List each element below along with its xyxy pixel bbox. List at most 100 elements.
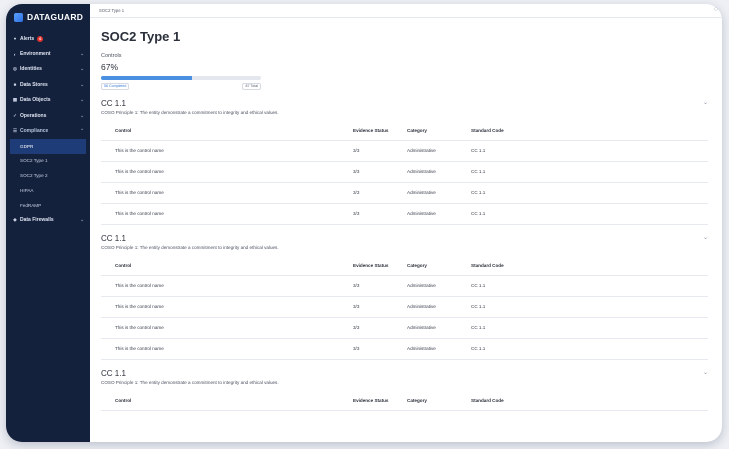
table-cell: Administrative <box>407 325 436 330</box>
table-header: Control Evidence Status Category Standard C… <box>101 121 708 141</box>
section-header[interactable]: CC 1.1 COSO Principle 1: The entity demon… <box>101 90 708 121</box>
progress-percent: 67% <box>101 62 119 72</box>
section-description: COSO Principle 1: The entity demonstrate… <box>101 244 279 250</box>
section-title: CC 1.1 <box>101 233 126 243</box>
table-row[interactable]: This is the control name 3/3 Administrativ… <box>101 318 708 339</box>
sidebar-subitem-hipaa[interactable]: HIPAA <box>6 183 90 198</box>
sidebar-item-label: Compliance <box>20 128 49 135</box>
sidebar-item-data-objects[interactable]: ▦ Data Objects ⌄ <box>6 93 90 108</box>
section-title: CC 1.1 <box>101 98 126 108</box>
progress-bar-fill <box>101 76 193 80</box>
chevron-down-icon: ⌄ <box>80 51 84 57</box>
chevron-down-icon[interactable]: ⌄ <box>703 234 708 241</box>
table-cell: 3/3 <box>353 169 360 174</box>
breadcrumb[interactable]: SOC2 Type 1 <box>99 8 124 13</box>
column-header[interactable]: Category <box>407 398 471 403</box>
column-header[interactable]: Evidence Status <box>353 128 407 133</box>
sidebar-item-data-stores[interactable]: ■ Data Stores ⌄ <box>6 77 90 92</box>
table-row[interactable]: This is the control name 3/3 Administrativ… <box>101 162 708 183</box>
table-cell: This is the control name <box>115 190 164 195</box>
identity-icon: ◎ <box>13 66 17 72</box>
column-header[interactable]: Standard Code <box>471 398 708 403</box>
table-cell: This is the control name <box>115 325 164 330</box>
column-header[interactable]: Standard Code <box>471 128 708 133</box>
check-icon: ✓ <box>13 112 17 118</box>
column-header[interactable]: Evidence Status <box>353 263 407 268</box>
table-cell: 3/3 <box>353 190 360 195</box>
column-header[interactable]: Category <box>407 128 471 133</box>
sidebar-subitem-gdpr[interactable]: GDPR <box>10 138 86 154</box>
table-cell: Administrative <box>407 169 436 174</box>
alert-count-badge: 6 <box>37 35 44 42</box>
table-cell: CC 1.1 <box>471 148 486 153</box>
section-header[interactable]: CC 1.1 COSO Principle 1: The entity demon… <box>101 225 708 256</box>
column-header[interactable]: Standard Code <box>471 263 708 268</box>
sidebar-subitem-soc2-type-1[interactable]: SOC2 Type 1 <box>6 154 90 169</box>
table-row[interactable]: This is the control name 3/3 Administrativ… <box>101 204 708 225</box>
controls-label: Controls <box>101 53 122 59</box>
table-cell: This is the control name <box>115 148 164 153</box>
settings-icon[interactable]: ○ <box>714 6 718 13</box>
table-cell: 3/3 <box>353 325 360 330</box>
table-cell: Administrative <box>407 211 436 216</box>
globe-icon: ◐ <box>13 51 17 57</box>
column-header[interactable]: Control <box>101 128 353 133</box>
completed-count: 56 Completed <box>101 82 130 90</box>
column-header[interactable]: Control <box>101 398 353 403</box>
sidebar-item-environment[interactable]: ◐ Environment ⌄ <box>6 46 90 61</box>
compliance-submenu: GDPR SOC2 Type 1 SOC2 Type 2 HIPAA FedRA… <box>6 138 90 213</box>
section-description: COSO Principle 1: The entity demonstrate… <box>101 109 279 115</box>
sidebar-item-alerts[interactable]: ● Alerts 6 <box>6 31 90 46</box>
table-cell: 3/3 <box>353 148 360 153</box>
chevron-down-icon[interactable]: ⌄ <box>703 99 708 106</box>
section-title: CC 1.1 <box>101 368 126 378</box>
table-cell: Administrative <box>407 190 436 195</box>
sidebar-subitem-fedramp[interactable]: FedRAMP <box>6 198 90 213</box>
table-row[interactable]: This is the control name 3/3 Administrativ… <box>101 297 708 318</box>
table-cell: This is the control name <box>115 211 164 216</box>
sidebar-item-identities[interactable]: ◎ Identities ⌄ <box>6 62 90 77</box>
section-header[interactable]: CC 1.1 COSO Principle 1: The entity demon… <box>101 360 708 391</box>
table-cell: Administrative <box>407 283 436 288</box>
table-cell: This is the control name <box>115 304 164 309</box>
table-header: Control Evidence Status Category Standard C… <box>101 391 708 411</box>
main-content: SOC2 Type 1 ○ SOC2 Type 1 Controls 67% 5… <box>90 4 722 442</box>
sidebar-item-label: Alerts <box>20 35 35 42</box>
controls-table: Control Evidence Status Category Standard C… <box>101 121 708 225</box>
column-header[interactable]: Evidence Status <box>353 398 407 403</box>
brand-name: DATAGUARD <box>27 12 84 22</box>
sidebar-item-data-firewalls[interactable]: ◆ Data Firewalls ⌄ <box>6 213 90 228</box>
table-cell: 3/3 <box>353 304 360 309</box>
chevron-down-icon: ⌄ <box>80 66 84 72</box>
table-cell: CC 1.1 <box>471 283 486 288</box>
table-cell: This is the control name <box>115 169 164 174</box>
database-icon: ■ <box>13 82 17 88</box>
chevron-down-icon: ⌄ <box>80 112 84 118</box>
compliance-icon: ☰ <box>12 128 18 134</box>
sidebar-item-compliance[interactable]: ☰ Compliance ⌃ <box>6 123 90 138</box>
logo: DATAGUARD <box>6 4 90 28</box>
progress-bar <box>101 76 261 80</box>
table-cell: Administrative <box>407 346 436 351</box>
control-section: CC 1.1 COSO Principle 1: The entity demon… <box>101 90 708 225</box>
sidebar-subitem-soc2-type-2[interactable]: SOC2 Type 2 <box>6 168 90 183</box>
sidebar-item-label: Identities <box>20 66 42 73</box>
sidebar-item-operations[interactable]: ✓ Operations ⌄ <box>6 108 90 123</box>
logo-icon <box>14 12 23 22</box>
table-row[interactable]: This is the control name 3/3 Administrativ… <box>101 183 708 204</box>
column-header[interactable]: Category <box>407 263 471 268</box>
chevron-down-icon[interactable]: ⌄ <box>703 369 708 376</box>
table-row[interactable]: This is the control name 3/3 Administrativ… <box>101 276 708 297</box>
table-row[interactable]: This is the control name 3/3 Administrativ… <box>101 339 708 360</box>
sidebar: DATAGUARD ● Alerts 6 ◐ Environment ⌄ ◎ I… <box>6 4 90 442</box>
controls-table: Control Evidence Status Category Standard C… <box>101 391 708 411</box>
app-window: DATAGUARD ● Alerts 6 ◐ Environment ⌄ ◎ I… <box>6 4 722 442</box>
sidebar-item-label: Data Stores <box>20 81 48 88</box>
control-section: CC 1.1 COSO Principle 1: The entity demon… <box>101 225 708 360</box>
column-header[interactable]: Control <box>101 263 353 268</box>
chevron-up-icon: ⌃ <box>80 128 84 134</box>
table-cell: CC 1.1 <box>471 325 486 330</box>
table-row[interactable]: This is the control name 3/3 Administrativ… <box>101 141 708 162</box>
table-cell: CC 1.1 <box>471 346 486 351</box>
bell-icon: ● <box>13 36 17 42</box>
